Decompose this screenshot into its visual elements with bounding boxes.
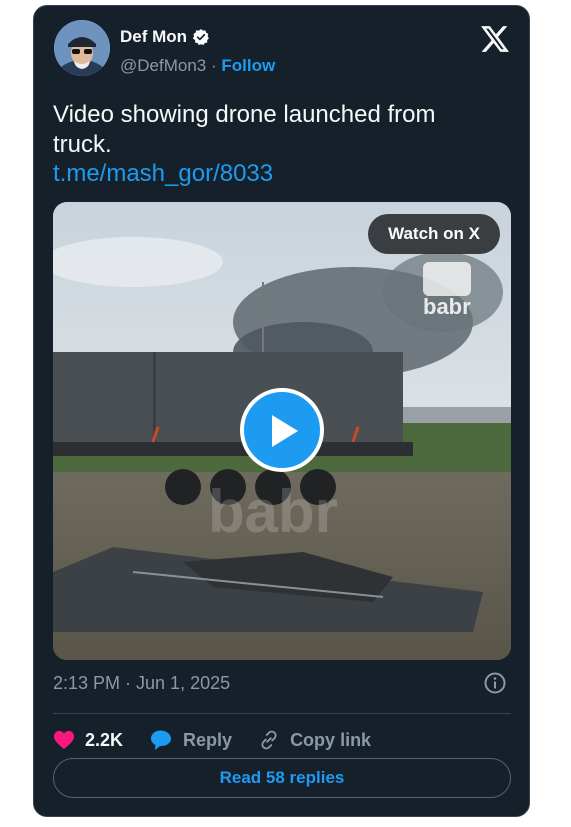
reply-bubble-icon [151,730,172,750]
heart-icon [54,730,74,750]
copy-link-label: Copy link [290,729,372,750]
author-name[interactable]: Def Mon [120,27,187,47]
avatar[interactable] [54,20,110,76]
watch-on-x-button[interactable]: Watch on X [368,214,500,254]
video-thumbnail[interactable]: babr babr Watch on X [53,202,511,660]
author-name-row[interactable]: Def Mon [120,27,210,47]
tweet-link[interactable]: t.me/mash_gor/8033 [53,160,273,188]
divider [53,713,511,714]
action-bar: 2.2K Reply Copy link [53,724,397,756]
tweet-text: Video showing drone launched from truck. [53,101,436,158]
watermark-top: babr [423,294,471,319]
watermark-center: babr [208,478,338,545]
play-icon [272,415,298,447]
link-icon [261,730,277,750]
read-replies-label: Read 58 replies [219,768,345,787]
info-icon[interactable] [483,671,507,695]
reply-label: Reply [183,729,233,750]
verified-badge-icon [192,29,209,46]
handle-row: @DefMon3 · Follow [120,56,275,76]
read-replies-button[interactable]: Read 58 replies [53,758,511,798]
copy-link-button[interactable]: Copy link [258,729,371,751]
like-button[interactable]: 2.2K [53,730,123,751]
reply-button[interactable]: Reply [149,729,232,751]
follow-button[interactable]: Follow [221,56,275,75]
tweet-embed-card: Def Mon @DefMon3 · Follow Video showing … [33,5,530,817]
like-count: 2.2K [85,729,124,750]
timestamp[interactable]: 2:13 PM · Jun 1, 2025 [53,673,230,694]
x-logo-icon[interactable] [481,26,509,52]
author-handle[interactable]: @DefMon3 [120,56,206,75]
separator-dot: · [210,56,217,75]
play-button[interactable] [240,388,324,472]
